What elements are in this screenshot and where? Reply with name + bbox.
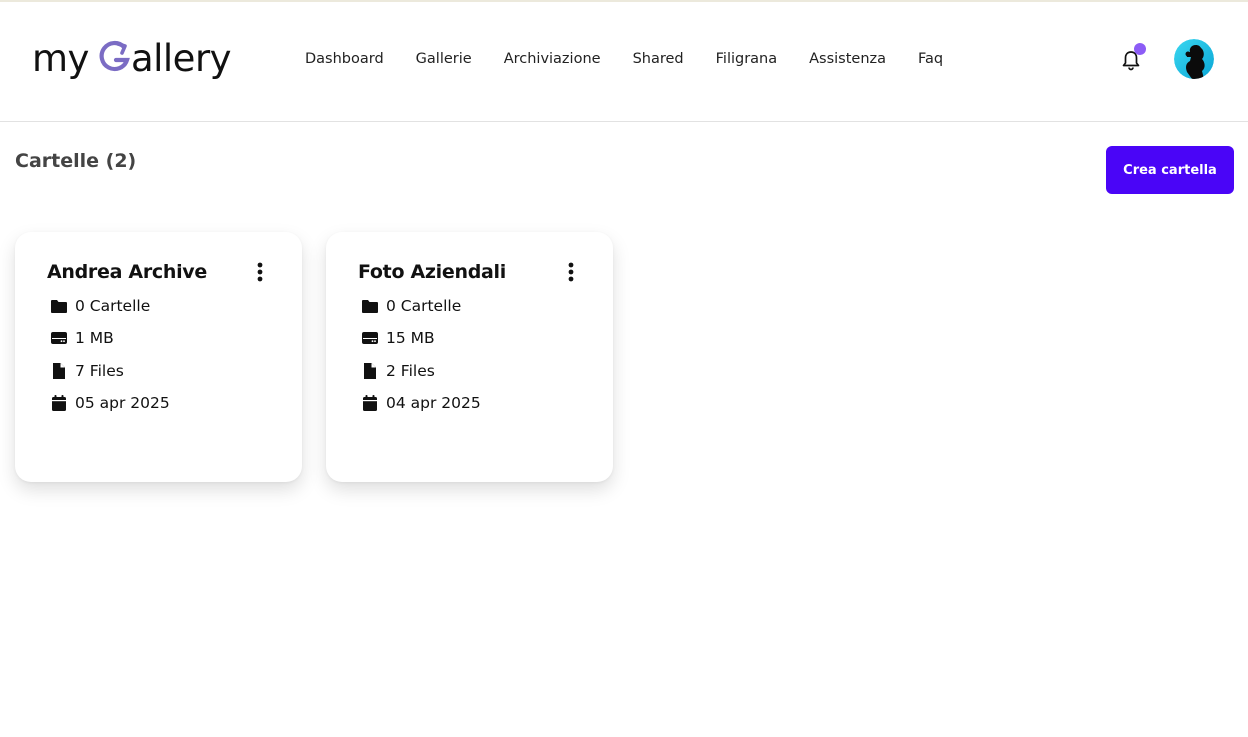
hard-drive-icon: [362, 330, 378, 346]
folder-subfolders-row: 0 Cartelle: [51, 295, 150, 317]
folder-subfolders-row: 0 Cartelle: [362, 295, 461, 317]
folder-size-row: 1 MB: [51, 327, 114, 349]
nav-faq[interactable]: Faq: [918, 49, 943, 69]
calendar-icon: [51, 395, 67, 411]
folder-date: 05 apr 2025: [75, 394, 170, 412]
more-vertical-icon[interactable]: [254, 261, 266, 285]
logo-g-icon: [99, 38, 131, 74]
notification-dot: [1134, 43, 1146, 55]
nav-assistenza[interactable]: Assistenza: [809, 49, 886, 69]
folder-name: Andrea Archive: [47, 261, 207, 283]
folder-size: 15 MB: [386, 329, 435, 347]
nav-archiviazione[interactable]: Archiviazione: [504, 49, 601, 69]
user-avatar[interactable]: [1174, 39, 1214, 79]
file-icon: [51, 363, 67, 379]
nav-shared[interactable]: Shared: [633, 49, 684, 69]
logo-suffix: allery: [130, 37, 232, 80]
folder-subfolders-count: 0 Cartelle: [75, 297, 151, 315]
nav-gallerie[interactable]: Gallerie: [416, 49, 472, 69]
logo-prefix: my: [32, 37, 89, 80]
app-logo[interactable]: my allery: [32, 36, 232, 82]
more-vertical-icon[interactable]: [565, 261, 577, 285]
folder-card[interactable]: Andrea Archive 0 Cartelle 1 MB 7 Files 0…: [15, 232, 302, 482]
folder-card[interactable]: Foto Aziendali 0 Cartelle 15 MB 2 Files …: [326, 232, 613, 482]
folder-files-row: 7 Files: [51, 360, 124, 382]
folder-size-row: 15 MB: [362, 327, 435, 349]
folder-date-row: 05 apr 2025: [51, 392, 170, 414]
calendar-icon: [362, 395, 378, 411]
folder-size: 1 MB: [75, 329, 114, 347]
folder-icon: [362, 298, 378, 314]
top-header: my allery Dashboard Gallerie Archiviazio…: [0, 2, 1248, 122]
folder-subfolders-count: 0 Cartelle: [386, 297, 462, 315]
create-folder-button[interactable]: Crea cartella: [1106, 146, 1234, 194]
folder-date-row: 04 apr 2025: [362, 392, 481, 414]
folder-name: Foto Aziendali: [358, 261, 506, 283]
folder-files-row: 2 Files: [362, 360, 435, 382]
folder-files-count: 7 Files: [75, 362, 124, 380]
file-icon: [362, 363, 378, 379]
page-title: Cartelle (2): [15, 150, 137, 172]
nav-filigrana[interactable]: Filigrana: [716, 49, 778, 69]
nav-dashboard[interactable]: Dashboard: [305, 49, 384, 69]
folder-icon: [51, 298, 67, 314]
folder-files-count: 2 Files: [386, 362, 435, 380]
main-nav: Dashboard Gallerie Archiviazione Shared …: [305, 49, 975, 69]
hard-drive-icon: [51, 330, 67, 346]
folder-date: 04 apr 2025: [386, 394, 481, 412]
